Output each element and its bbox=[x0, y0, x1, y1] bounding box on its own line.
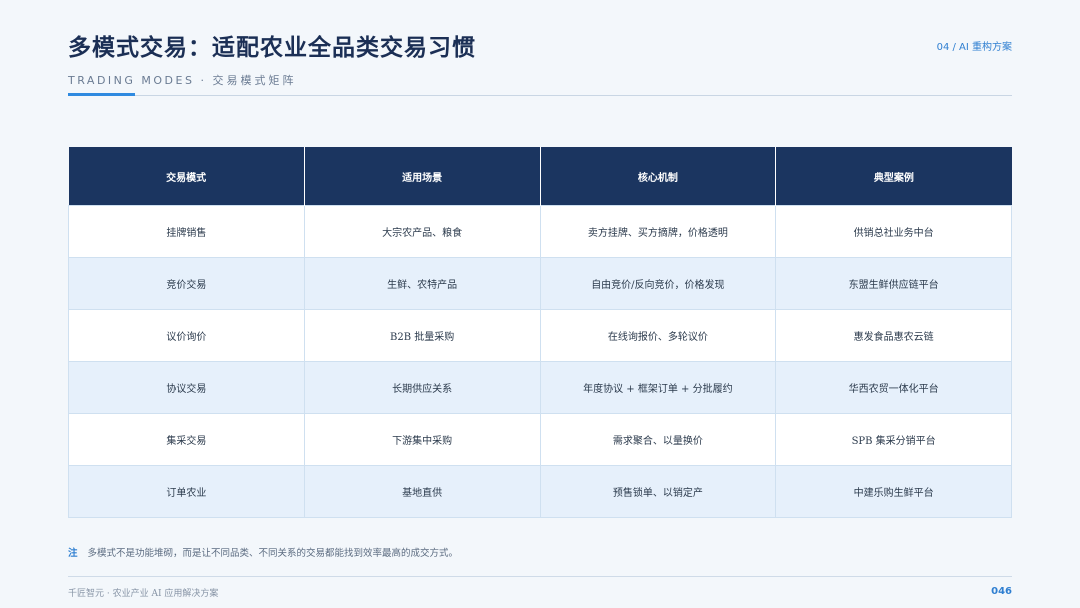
table-header-row: 交易模式 适用场景 核心机制 典型案例 bbox=[68, 147, 1012, 206]
table-cell: 预售锁单、以销定产 bbox=[539, 465, 777, 518]
table-cell: SPB 集采分销平台 bbox=[775, 413, 1012, 466]
table-cell: 华西农贸一体化平台 bbox=[775, 361, 1012, 414]
footnote-text: 多模式不是功能堆砌，而是让不同品类、不同关系的交易都能找到效率最高的成交方式。 bbox=[87, 548, 459, 559]
column-header: 核心机制 bbox=[540, 147, 777, 206]
page-title: 多模式交易：适配农业全品类交易习惯 bbox=[68, 35, 476, 61]
page-number: 046 bbox=[991, 586, 1012, 597]
table-cell: 年度协议 + 框架订单 + 分批履约 bbox=[539, 361, 777, 414]
subtitle-separator: · bbox=[200, 74, 207, 87]
table-cell: 下游集中采购 bbox=[303, 413, 541, 466]
column-header: 典型案例 bbox=[775, 147, 1012, 206]
table-row: 竞价交易 生鲜、农特产品 自由竞价/反向竞价，价格发现 东盟生鲜供应链平台 bbox=[68, 257, 1012, 310]
footer-divider bbox=[68, 576, 1012, 577]
table-cell: 在线询报价、多轮议价 bbox=[539, 309, 777, 362]
table-cell: B2B 批量采购 bbox=[303, 309, 541, 362]
table-cell: 大宗农产品、粮食 bbox=[303, 205, 541, 258]
column-header: 适用场景 bbox=[304, 147, 541, 206]
table-cell: 基地直供 bbox=[303, 465, 541, 518]
table-cell: 长期供应关系 bbox=[303, 361, 541, 414]
table-cell: 议价询价 bbox=[68, 309, 305, 362]
footer-caption: 千匠智元 · 农业产业 AI 应用解决方案 bbox=[68, 589, 219, 599]
table-cell: 竞价交易 bbox=[68, 257, 305, 310]
header-divider bbox=[68, 95, 1012, 96]
footnote-mark: 注 bbox=[68, 548, 78, 559]
subtitle-en: TRADING MODES bbox=[68, 74, 195, 87]
table-row: 订单农业 基地直供 预售锁单、以销定产 中建乐购生鲜平台 bbox=[68, 465, 1012, 518]
table-cell: 惠发食品惠农云链 bbox=[775, 309, 1012, 362]
table-cell: 自由竞价/反向竞价，价格发现 bbox=[539, 257, 777, 310]
table-cell: 订单农业 bbox=[68, 465, 305, 518]
table-row: 议价询价 B2B 批量采购 在线询报价、多轮议价 惠发食品惠农云链 bbox=[68, 309, 1012, 362]
table-cell: 东盟生鲜供应链平台 bbox=[775, 257, 1012, 310]
section-tag: 04 / AI 重构方案 bbox=[936, 42, 1012, 53]
table-cell: 挂牌销售 bbox=[68, 205, 305, 258]
table-cell: 中建乐购生鲜平台 bbox=[775, 465, 1012, 518]
table-cell: 协议交易 bbox=[68, 361, 305, 414]
trading-modes-table: 交易模式 适用场景 核心机制 典型案例 挂牌销售 大宗农产品、粮食 卖方挂牌、买… bbox=[68, 147, 1012, 518]
table-cell: 卖方挂牌、买方摘牌，价格透明 bbox=[539, 205, 777, 258]
table-row: 挂牌销售 大宗农产品、粮食 卖方挂牌、买方摘牌，价格透明 供销总社业务中台 bbox=[68, 205, 1012, 258]
footnote: 注多模式不是功能堆砌，而是让不同品类、不同关系的交易都能找到效率最高的成交方式。 bbox=[68, 545, 458, 559]
table-cell: 供销总社业务中台 bbox=[775, 205, 1012, 258]
table-cell: 集采交易 bbox=[68, 413, 305, 466]
table-cell: 生鲜、农特产品 bbox=[303, 257, 541, 310]
table-row: 协议交易 长期供应关系 年度协议 + 框架订单 + 分批履约 华西农贸一体化平台 bbox=[68, 361, 1012, 414]
subtitle-cn: 交易模式矩阵 bbox=[212, 74, 297, 87]
header-divider-accent bbox=[68, 93, 135, 96]
table-row: 集采交易 下游集中采购 需求聚合、以量换价 SPB 集采分销平台 bbox=[68, 413, 1012, 466]
page-subtitle: TRADING MODES · 交易模式矩阵 bbox=[68, 72, 296, 88]
column-header: 交易模式 bbox=[68, 147, 305, 206]
table-cell: 需求聚合、以量换价 bbox=[539, 413, 777, 466]
